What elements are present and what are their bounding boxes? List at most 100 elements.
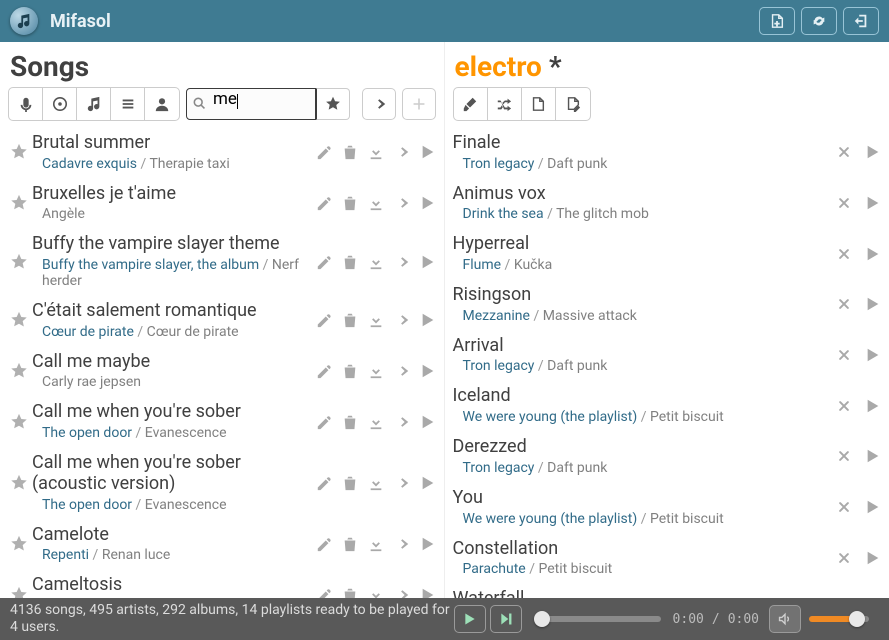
delete-song-button[interactable] — [342, 475, 358, 491]
track-album[interactable]: Tron legacy — [463, 358, 535, 374]
track-album[interactable]: Mezzanine — [463, 308, 530, 324]
remove-track-button[interactable] — [837, 297, 851, 311]
play-track-button[interactable] — [865, 144, 881, 160]
clear-playlist-button[interactable] — [454, 88, 488, 120]
remove-track-button[interactable] — [837, 145, 851, 159]
queue-song-button[interactable] — [394, 475, 410, 491]
song-album[interactable]: Cœur de pirate — [42, 324, 134, 340]
play-button[interactable] — [454, 605, 486, 633]
favorite-toggle[interactable] — [6, 535, 32, 553]
play-song-button[interactable] — [420, 195, 436, 211]
queue-song-button[interactable] — [394, 363, 410, 379]
remove-track-button[interactable] — [837, 348, 851, 362]
play-song-button[interactable] — [420, 475, 436, 491]
edit-song-button[interactable] — [316, 312, 332, 328]
filter-users-button[interactable] — [145, 88, 179, 120]
shuffle-button[interactable] — [488, 88, 522, 120]
filter-albums-button[interactable] — [43, 88, 77, 120]
track-album[interactable]: We were young (the playlist) — [463, 409, 638, 425]
download-song-button[interactable] — [368, 587, 384, 598]
logout-button[interactable] — [843, 7, 879, 35]
play-song-button[interactable] — [420, 144, 436, 160]
delete-song-button[interactable] — [342, 254, 358, 270]
remove-track-button[interactable] — [837, 449, 851, 463]
delete-song-button[interactable] — [342, 587, 358, 598]
song-album[interactable]: Repenti — [42, 547, 89, 563]
edit-song-button[interactable] — [316, 254, 332, 270]
queue-song-button[interactable] — [394, 312, 410, 328]
playlist-list[interactable]: Finale Tron legacy / Daft punk Animus vo… — [445, 127, 889, 598]
volume-slider[interactable] — [809, 616, 869, 622]
queue-song-button[interactable] — [394, 587, 410, 598]
track-album[interactable]: Flume — [463, 257, 502, 273]
remove-track-button[interactable] — [837, 196, 851, 210]
play-song-button[interactable] — [420, 536, 436, 552]
go-button[interactable] — [362, 88, 396, 120]
seek-thumb[interactable] — [534, 611, 550, 627]
play-track-button[interactable] — [865, 246, 881, 262]
track-album[interactable]: Parachute — [463, 561, 526, 577]
remove-track-button[interactable] — [837, 247, 851, 261]
edit-song-button[interactable] — [316, 536, 332, 552]
filter-favorites-button[interactable] — [316, 88, 350, 120]
play-track-button[interactable] — [865, 550, 881, 566]
download-song-button[interactable] — [368, 414, 384, 430]
play-track-button[interactable] — [865, 296, 881, 312]
queue-song-button[interactable] — [394, 254, 410, 270]
filter-playlists-button[interactable] — [111, 88, 145, 120]
filter-songs-button[interactable] — [77, 88, 111, 120]
download-song-button[interactable] — [368, 144, 384, 160]
track-album[interactable]: Tron legacy — [463, 460, 535, 476]
song-album[interactable]: The open door — [42, 497, 132, 513]
songs-list[interactable]: Brutal summer Cadavre exquis / Therapie … — [0, 127, 444, 598]
favorite-toggle[interactable] — [6, 194, 32, 212]
song-album[interactable]: Cadavre exquis — [42, 156, 137, 172]
download-song-button[interactable] — [368, 254, 384, 270]
remove-track-button[interactable] — [837, 551, 851, 565]
edit-song-button[interactable] — [316, 587, 332, 598]
new-playlist-button[interactable] — [522, 88, 556, 120]
seek-slider[interactable] — [534, 616, 661, 622]
track-album[interactable]: We were young (the playlist) — [463, 511, 638, 527]
refresh-button[interactable] — [801, 7, 837, 35]
next-track-button[interactable] — [490, 605, 522, 633]
filter-artists-button[interactable] — [9, 88, 43, 120]
download-song-button[interactable] — [368, 195, 384, 211]
play-track-button[interactable] — [865, 347, 881, 363]
favorite-toggle[interactable] — [6, 311, 32, 329]
download-song-button[interactable] — [368, 536, 384, 552]
edit-song-button[interactable] — [316, 414, 332, 430]
volume-thumb[interactable] — [849, 611, 865, 627]
play-track-button[interactable] — [865, 195, 881, 211]
edit-song-button[interactable] — [316, 195, 332, 211]
queue-song-button[interactable] — [394, 536, 410, 552]
favorite-toggle[interactable] — [6, 413, 32, 431]
play-song-button[interactable] — [420, 587, 436, 598]
edit-song-button[interactable] — [316, 144, 332, 160]
download-song-button[interactable] — [368, 363, 384, 379]
queue-song-button[interactable] — [394, 414, 410, 430]
delete-song-button[interactable] — [342, 536, 358, 552]
favorite-toggle[interactable] — [6, 253, 32, 271]
delete-song-button[interactable] — [342, 363, 358, 379]
download-song-button[interactable] — [368, 312, 384, 328]
edit-song-button[interactable] — [316, 363, 332, 379]
play-track-button[interactable] — [865, 398, 881, 414]
upload-button[interactable] — [759, 7, 795, 35]
play-song-button[interactable] — [420, 312, 436, 328]
song-album[interactable]: Buffy the vampire slayer, the album — [42, 257, 259, 273]
remove-track-button[interactable] — [837, 399, 851, 413]
delete-song-button[interactable] — [342, 414, 358, 430]
song-album[interactable]: The open door — [42, 425, 132, 441]
save-playlist-button[interactable] — [556, 88, 590, 120]
download-song-button[interactable] — [368, 475, 384, 491]
queue-song-button[interactable] — [394, 195, 410, 211]
track-album[interactable]: Drink the sea — [463, 206, 544, 222]
remove-track-button[interactable] — [837, 500, 851, 514]
favorite-toggle[interactable] — [6, 586, 32, 598]
play-song-button[interactable] — [420, 363, 436, 379]
track-album[interactable]: Tron legacy — [463, 156, 535, 172]
favorite-toggle[interactable] — [6, 474, 32, 492]
edit-song-button[interactable] — [316, 475, 332, 491]
play-song-button[interactable] — [420, 254, 436, 270]
